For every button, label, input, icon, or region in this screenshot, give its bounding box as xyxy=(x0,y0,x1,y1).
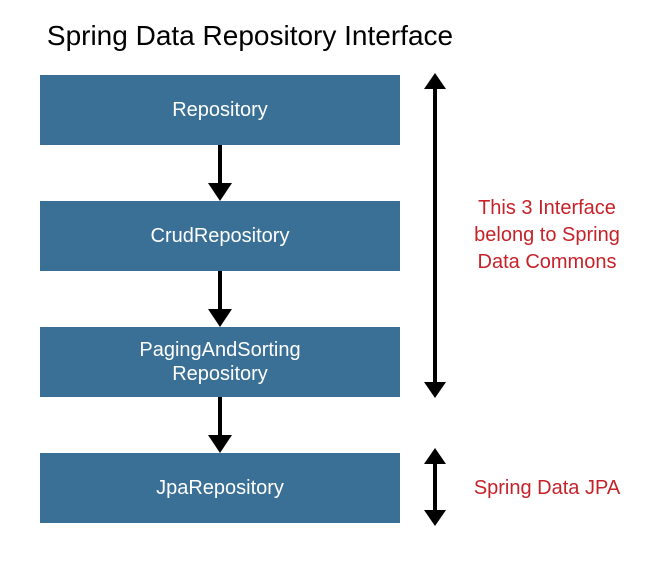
box-label-line2: Repository xyxy=(172,362,268,386)
box-label: CrudRepository xyxy=(151,224,290,248)
box-jpa-repository: JpaRepository xyxy=(40,453,400,523)
box-label: JpaRepository xyxy=(156,476,284,500)
box-repository: Repository xyxy=(40,75,400,145)
annotation-line: This 3 Interface xyxy=(478,197,616,219)
bracket-jpa-icon xyxy=(420,448,450,526)
hierarchy-stack: Repository CrudRepository PagingAndSorti… xyxy=(40,75,400,523)
box-paging-and-sorting-repository: PagingAndSorting Repository xyxy=(40,327,400,397)
annotation-commons: This 3 Interface belong to Spring Data C… xyxy=(462,195,632,276)
arrow-down-icon xyxy=(198,271,242,327)
box-crud-repository: CrudRepository xyxy=(40,201,400,271)
annotation-line: Data Commons xyxy=(478,251,617,273)
arrow-down-icon xyxy=(198,397,242,453)
annotation-line: belong to Spring xyxy=(474,224,620,246)
box-label-line1: PagingAndSorting xyxy=(139,338,300,362)
box-label: Repository xyxy=(172,98,268,122)
diagram-title: Spring Data Repository Interface xyxy=(0,20,500,52)
bracket-commons-icon xyxy=(420,73,450,398)
annotation-jpa: Spring Data JPA xyxy=(462,475,632,502)
arrow-down-icon xyxy=(198,145,242,201)
